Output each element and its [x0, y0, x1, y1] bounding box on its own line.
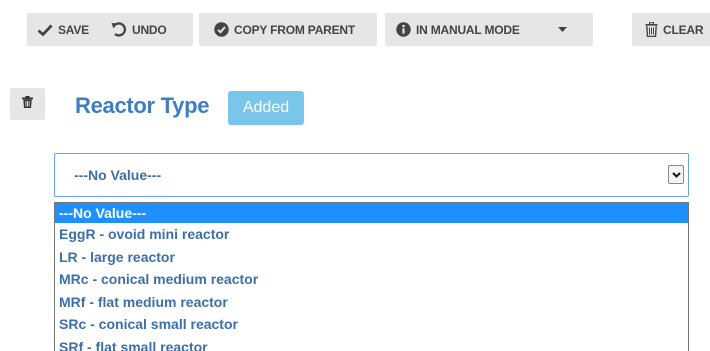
select-option[interactable]: SRc - conical small reactor	[55, 313, 688, 336]
caret-down-icon[interactable]	[558, 27, 567, 32]
copy-label: COPY FROM PARENT	[234, 22, 356, 37]
check-icon	[37, 24, 53, 36]
undo-label: UNDO	[132, 22, 167, 37]
select-option[interactable]: EggR - ovoid mini reactor	[55, 223, 688, 246]
status-badge: Added	[228, 91, 304, 125]
copy-from-parent-button[interactable]: COPY FROM PARENT	[199, 13, 377, 46]
trash-icon	[645, 22, 658, 37]
undo-icon	[111, 22, 127, 37]
select-option[interactable]: LR - large reactor	[55, 246, 688, 269]
clear-label: CLEAR	[663, 22, 704, 37]
field-title: Reactor Type	[75, 93, 210, 118]
select-current-value: ---No Value---	[74, 167, 162, 183]
trash-icon	[22, 95, 33, 113]
select-option[interactable]: ---No Value---	[55, 203, 688, 223]
save-undo-group: SAVE UNDO	[27, 13, 193, 46]
check-circle-icon	[214, 22, 229, 37]
save-button[interactable]: SAVE	[27, 13, 103, 46]
chevron-down-icon[interactable]	[668, 165, 684, 184]
select-options-list: ---No Value--- EggR - ovoid mini reactor…	[54, 202, 689, 351]
select-option[interactable]: MRc - conical medium reactor	[55, 268, 688, 291]
info-circle-icon	[396, 22, 411, 37]
delete-field-button[interactable]	[10, 88, 45, 120]
undo-button[interactable]: UNDO	[103, 13, 167, 46]
reactor-type-select[interactable]: ---No Value---	[54, 153, 689, 197]
manual-mode-button[interactable]: IN MANUAL MODE	[385, 13, 593, 46]
save-label: SAVE	[58, 22, 89, 37]
select-option[interactable]: SRf - flat small reactor	[55, 336, 688, 351]
manual-label: IN MANUAL MODE	[416, 22, 520, 37]
clear-button[interactable]: CLEAR	[632, 13, 710, 46]
select-option[interactable]: MRf - flat medium reactor	[55, 291, 688, 314]
